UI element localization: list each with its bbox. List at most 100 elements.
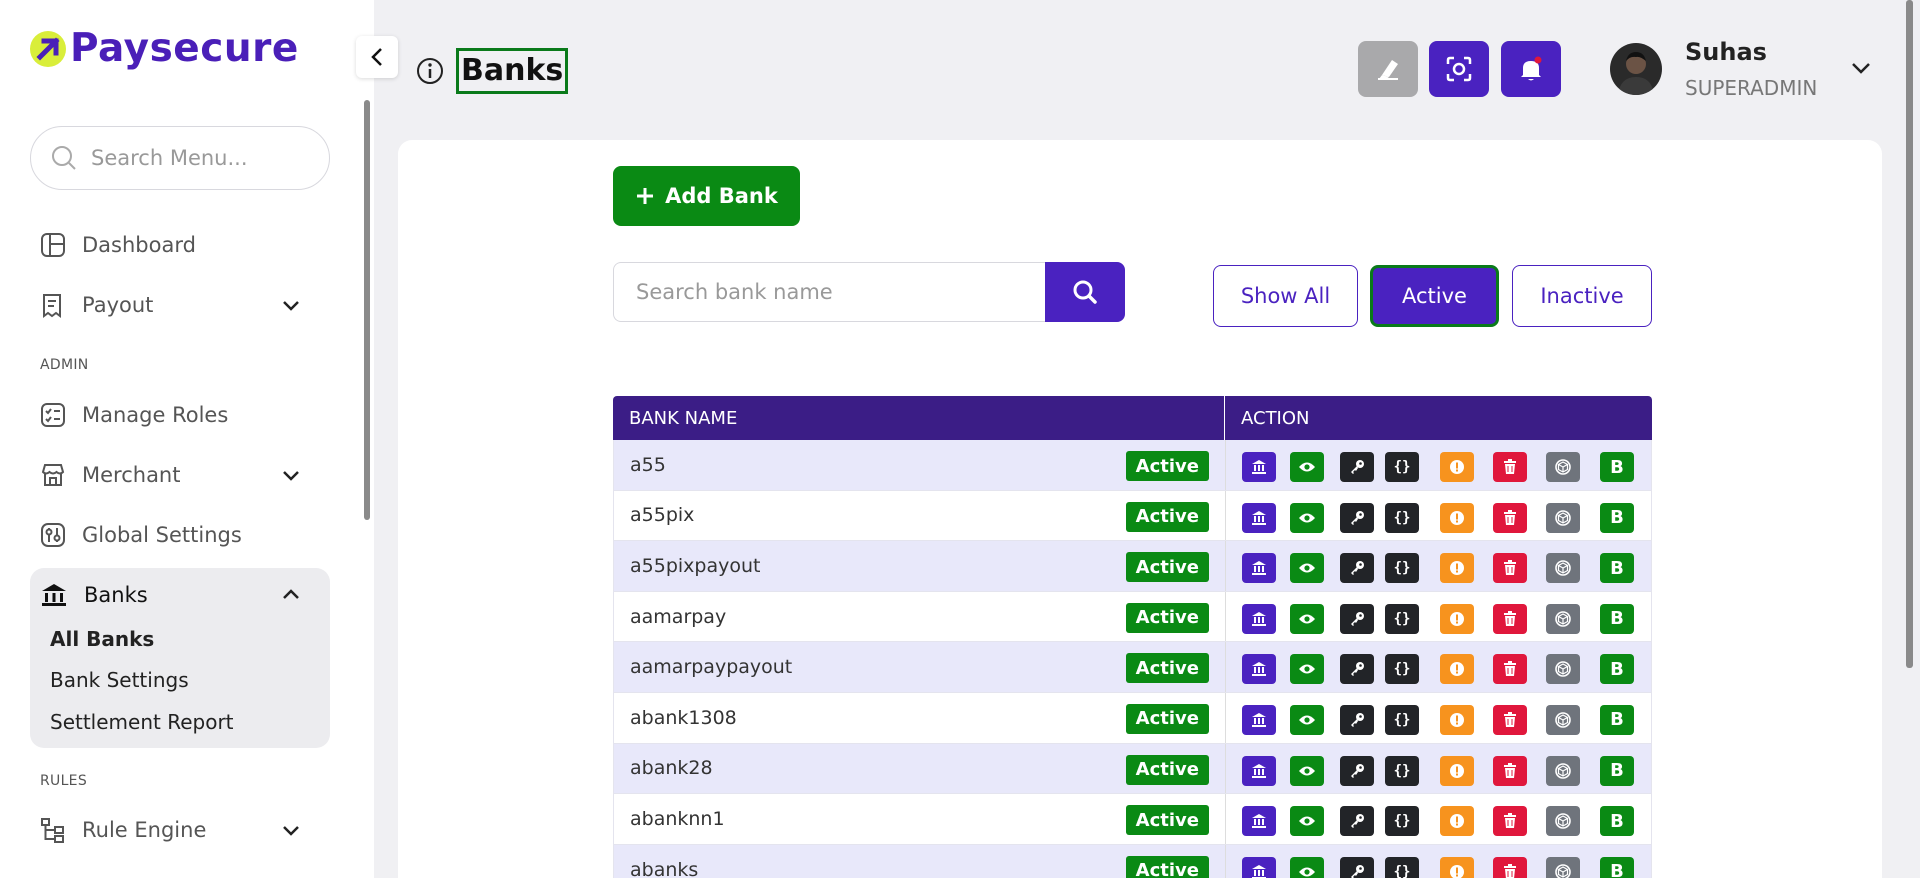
sidebar-collapse-button[interactable] <box>356 36 398 78</box>
sidebar-subitem-bank-settings[interactable]: Bank Settings <box>50 668 189 692</box>
sidebar-item-merchant[interactable]: Merchant <box>40 455 320 495</box>
bank-action-button[interactable] <box>1242 806 1276 837</box>
code-action-button[interactable]: {} <box>1385 452 1419 482</box>
bank-action-button[interactable] <box>1242 755 1276 786</box>
filter-active-button[interactable]: Active <box>1370 265 1499 327</box>
trash-action-button[interactable] <box>1493 654 1527 685</box>
eye-action-button[interactable] <box>1290 654 1324 685</box>
alert-action-button[interactable] <box>1440 603 1474 634</box>
cube-action-button[interactable] <box>1546 806 1580 837</box>
menu-search-input[interactable]: Search Menu... <box>30 126 330 190</box>
brand-logo[interactable]: Paysecure <box>30 26 299 71</box>
alert-action-button[interactable] <box>1440 553 1474 584</box>
sidebar-item-dashboard[interactable]: Dashboard <box>40 225 320 265</box>
b-badge-action-button[interactable]: B <box>1600 856 1634 878</box>
alert-action-button[interactable] <box>1440 806 1474 837</box>
key-action-button[interactable] <box>1340 654 1374 685</box>
section-label-admin: ADMIN <box>40 357 89 373</box>
filter-show-all-button[interactable]: Show All <box>1213 265 1358 327</box>
sidebar-item-global-settings[interactable]: Global Settings <box>40 515 320 555</box>
trash-action-button[interactable] <box>1493 553 1527 584</box>
trash-action-button[interactable] <box>1493 806 1527 837</box>
eye-action-button[interactable] <box>1290 502 1324 533</box>
b-badge-action-button[interactable]: B <box>1600 755 1634 786</box>
bank-action-button[interactable] <box>1242 856 1276 878</box>
sidebar-item-rule-engine[interactable]: Rule Engine <box>40 810 320 850</box>
info-icon[interactable] <box>416 57 444 85</box>
cube-action-button[interactable] <box>1546 856 1580 878</box>
bank-action-button[interactable] <box>1242 502 1276 533</box>
cube-action-button[interactable] <box>1546 654 1580 685</box>
alert-action-button[interactable] <box>1440 654 1474 685</box>
bank-action-button[interactable] <box>1242 553 1276 584</box>
eye-action-button[interactable] <box>1290 704 1324 735</box>
b-badge-action-button[interactable]: B <box>1600 806 1634 837</box>
b-badge-action-button[interactable]: B <box>1600 452 1634 482</box>
code-action-button[interactable]: {} <box>1385 654 1419 685</box>
screenshot-button[interactable] <box>1429 41 1489 97</box>
eye-action-button[interactable] <box>1290 452 1324 482</box>
eye-action-button[interactable] <box>1290 806 1324 837</box>
b-badge-action-button[interactable]: B <box>1600 704 1634 735</box>
sidebar-scrollbar[interactable] <box>364 100 370 520</box>
alert-action-button[interactable] <box>1440 502 1474 533</box>
code-action-button[interactable]: {} <box>1385 806 1419 837</box>
eye-action-button[interactable] <box>1290 856 1324 878</box>
sidebar-item-manage-roles[interactable]: Manage Roles <box>40 395 320 435</box>
alert-action-button[interactable] <box>1440 856 1474 878</box>
bank-search-button[interactable] <box>1045 262 1125 322</box>
key-action-button[interactable] <box>1340 553 1374 584</box>
key-action-button[interactable] <box>1340 806 1374 837</box>
trash-action-button[interactable] <box>1493 502 1527 533</box>
key-action-button[interactable] <box>1340 452 1374 482</box>
notifications-button[interactable] <box>1501 41 1561 97</box>
cube-action-button[interactable] <box>1546 502 1580 533</box>
b-badge-action-button[interactable]: B <box>1600 502 1634 533</box>
sidebar-subitem-all-banks[interactable]: All Banks <box>50 627 154 651</box>
code-action-button[interactable]: {} <box>1385 755 1419 786</box>
key-action-button[interactable] <box>1340 856 1374 878</box>
sidebar-subitem-settlement-report[interactable]: Settlement Report <box>50 710 234 734</box>
bank-name: a55pix <box>630 504 695 527</box>
sidebar-item-banks[interactable]: Banks <box>40 575 320 615</box>
sidebar-item-payout[interactable]: Payout <box>40 285 320 325</box>
alert-action-button[interactable] <box>1440 755 1474 786</box>
code-action-button[interactable]: {} <box>1385 856 1419 878</box>
code-action-button[interactable]: {} <box>1385 502 1419 533</box>
bank-search-input[interactable] <box>613 262 1045 322</box>
page-scrollbar[interactable] <box>1906 0 1913 668</box>
b-badge-action-button[interactable]: B <box>1600 553 1634 584</box>
eye-action-button[interactable] <box>1290 755 1324 786</box>
cube-action-button[interactable] <box>1546 704 1580 735</box>
trash-action-button[interactable] <box>1493 452 1527 482</box>
cube-action-button[interactable] <box>1546 603 1580 634</box>
cube-action-button[interactable] <box>1546 452 1580 482</box>
key-action-button[interactable] <box>1340 704 1374 735</box>
code-action-button[interactable]: {} <box>1385 704 1419 735</box>
cube-action-button[interactable] <box>1546 553 1580 584</box>
bank-action-button[interactable] <box>1242 452 1276 482</box>
b-badge-action-button[interactable]: B <box>1600 654 1634 685</box>
key-action-button[interactable] <box>1340 603 1374 634</box>
bank-action-button[interactable] <box>1242 704 1276 735</box>
add-bank-button[interactable]: Add Bank <box>613 166 800 226</box>
action-cell: {} B <box>1226 592 1651 642</box>
trash-action-button[interactable] <box>1493 704 1527 735</box>
trash-action-button[interactable] <box>1493 755 1527 786</box>
trash-action-button[interactable] <box>1493 856 1527 878</box>
bank-action-button[interactable] <box>1242 603 1276 634</box>
code-action-button[interactable]: {} <box>1385 603 1419 634</box>
eye-action-button[interactable] <box>1290 553 1324 584</box>
bank-action-button[interactable] <box>1242 654 1276 685</box>
cube-action-button[interactable] <box>1546 755 1580 786</box>
code-action-button[interactable]: {} <box>1385 553 1419 584</box>
filter-inactive-button[interactable]: Inactive <box>1512 265 1652 327</box>
key-action-button[interactable] <box>1340 502 1374 533</box>
alert-action-button[interactable] <box>1440 452 1474 482</box>
key-action-button[interactable] <box>1340 755 1374 786</box>
clear-cache-button[interactable] <box>1358 41 1418 97</box>
alert-action-button[interactable] <box>1440 704 1474 735</box>
eye-action-button[interactable] <box>1290 603 1324 634</box>
trash-action-button[interactable] <box>1493 603 1527 634</box>
b-badge-action-button[interactable]: B <box>1600 603 1634 634</box>
